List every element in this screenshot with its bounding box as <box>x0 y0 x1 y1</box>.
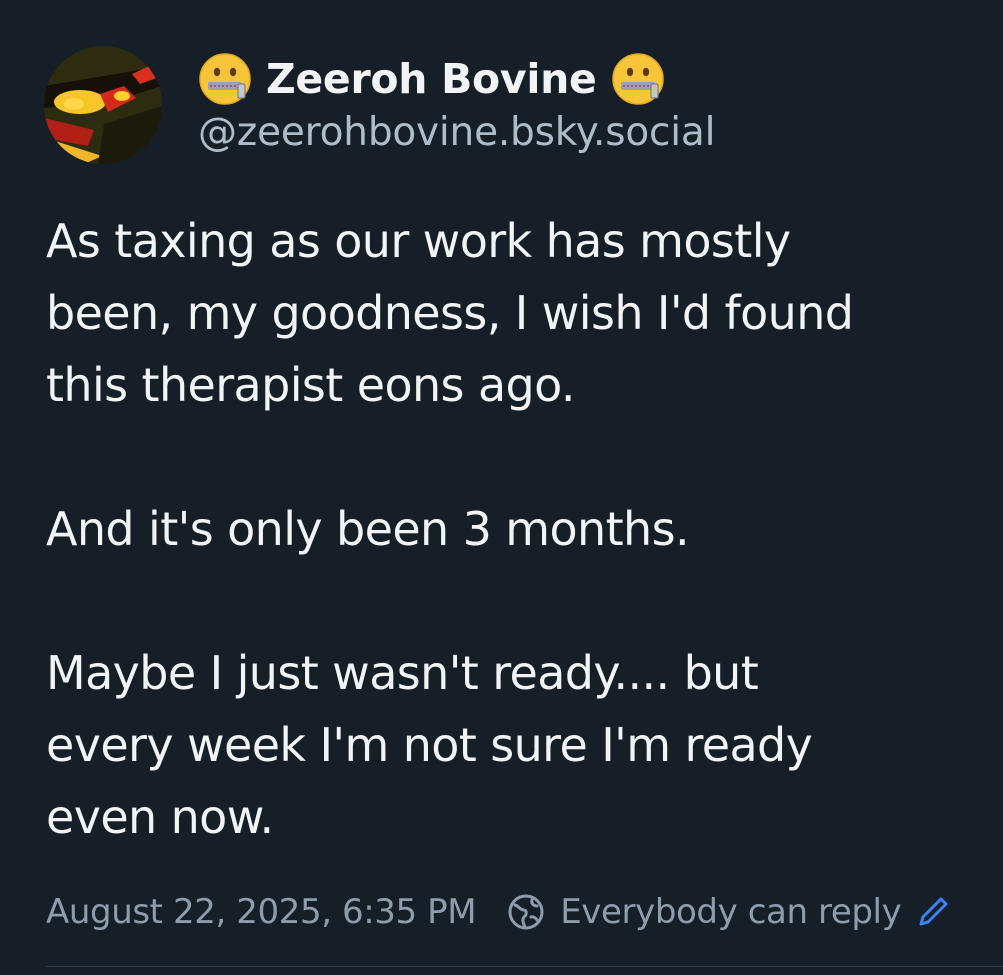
post-text-line: this therapist eons ago. <box>46 358 575 412</box>
pencil-icon[interactable] <box>915 894 951 930</box>
post-header: Zeeroh Bovine @zeerohbovine.bsky.social <box>44 44 994 168</box>
display-name-row[interactable]: Zeeroh Bovine <box>198 52 988 106</box>
post-text-line: even now. <box>46 790 274 844</box>
divider <box>46 966 1003 967</box>
post-text-blank-line <box>46 565 998 637</box>
author-info: Zeeroh Bovine @zeerohbovine.bsky.social <box>198 52 988 155</box>
post-text-line: As taxing as our work has mostly <box>46 214 791 268</box>
post-text-line: Maybe I just wasn't ready.... but <box>46 646 759 700</box>
post-text-line: every week I'm not sure I'm ready <box>46 718 813 772</box>
post-text-blank-line <box>46 421 998 493</box>
post-text: As taxing as our work has mostly been, m… <box>46 205 998 853</box>
post-meta: August 22, 2025, 6:35 PM Everybody can r… <box>46 884 1003 940</box>
post-text-line: And it's only been 3 months. <box>46 502 690 556</box>
post-thread-item: Zeeroh Bovine @zeerohbovine.bsky.social <box>0 0 1003 975</box>
avatar[interactable] <box>44 46 162 164</box>
display-name[interactable]: Zeeroh Bovine <box>266 55 597 103</box>
reply-settings-label[interactable]: Everybody can reply <box>560 892 902 932</box>
zipper-mouth-face-icon <box>611 52 665 106</box>
author-handle[interactable]: @zeerohbovine.bsky.social <box>198 110 988 155</box>
globe-icon <box>506 892 546 932</box>
zipper-mouth-face-icon <box>198 52 252 106</box>
post-timestamp[interactable]: August 22, 2025, 6:35 PM <box>46 892 477 932</box>
reply-settings-button[interactable]: Everybody can reply <box>506 892 951 932</box>
post-text-line: been, my goodness, I wish I'd found <box>46 286 854 340</box>
